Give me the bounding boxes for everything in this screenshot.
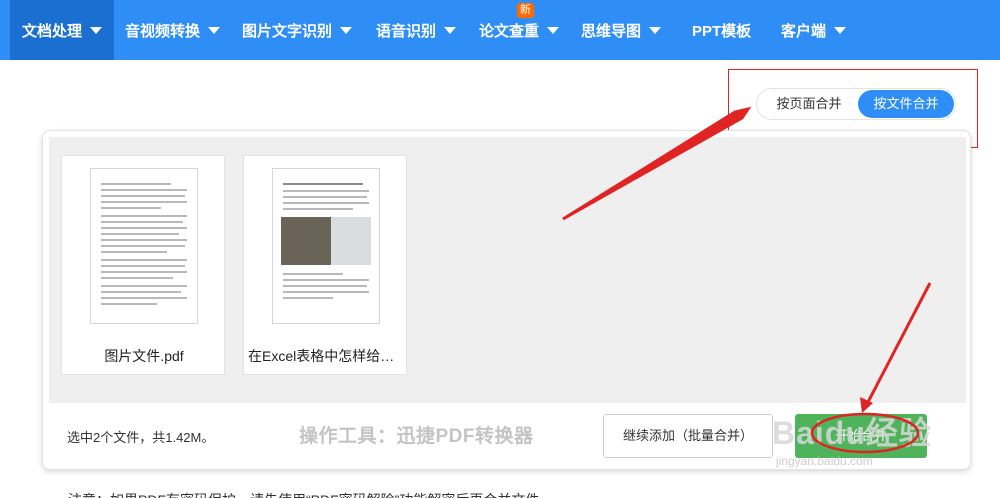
tool-label: 操作工具：迅捷PDF转换器 <box>299 426 534 447</box>
file-list-area: 图片文件.pdf 在Excel表格中怎样给数... <box>49 137 966 403</box>
watermark-logo: Baidu经验 <box>772 415 932 451</box>
selection-summary: 选中2个文件，共1.42M。 <box>67 430 215 445</box>
caret-down-icon <box>340 26 353 34</box>
caret-down-icon <box>444 26 457 34</box>
nav-item-label: 论文查重 <box>479 22 540 40</box>
add-more-files-button[interactable]: 继续添加（批量合并） <box>603 414 773 458</box>
caret-down-icon <box>547 26 560 34</box>
nav-item-speech-recognition[interactable]: 语音识别 <box>376 0 457 60</box>
caret-down-icon <box>90 26 103 34</box>
caret-down-icon <box>649 26 662 34</box>
nav-item-label: PPT模板 <box>692 22 752 40</box>
nav-item-av-convert[interactable]: 音视频转换 <box>125 0 221 60</box>
nav-item-label: 客户端 <box>781 22 827 40</box>
file-card[interactable]: 在Excel表格中怎样给数... <box>243 155 407 375</box>
watermark-url: jingyan.baidu.com <box>776 454 873 468</box>
baidu-watermark: Baidu经验 jingyan.baidu.com <box>772 408 972 476</box>
pdf-thumbnail <box>90 168 198 324</box>
nav-item-label: 文档处理 <box>22 22 83 40</box>
new-badge: 新 <box>517 3 534 18</box>
caret-down-icon <box>208 26 221 34</box>
document-photo-image <box>281 217 371 265</box>
bottom-note: 注意：如果PDF有密码保护，请先使用“PDF密码解除”功能解密后再合并文件 <box>68 490 539 498</box>
nav-item-label: 图片文字识别 <box>242 22 333 40</box>
nav-item-plagiarism-check[interactable]: 论文查重 新 <box>479 0 560 60</box>
nav-item-label: 思维导图 <box>581 22 642 40</box>
nav-item-client[interactable]: 客户端 <box>781 0 847 60</box>
nav-item-label: 音视频转换 <box>125 22 201 40</box>
caret-down-icon <box>834 26 847 34</box>
pdf-thumbnail <box>272 168 380 324</box>
nav-item-label: 语音识别 <box>376 22 437 40</box>
file-card[interactable]: 图片文件.pdf <box>61 155 225 375</box>
nav-item-ppt-templates[interactable]: PPT模板 <box>692 0 751 60</box>
top-nav: 文档处理 音视频转换 图片文字识别 语音识别 论文查重 新 思维导图 PPT模板… <box>0 0 1000 60</box>
nav-item-document-processing[interactable]: 文档处理 <box>10 0 115 60</box>
nav-item-mind-map[interactable]: 思维导图 <box>581 0 662 60</box>
nav-item-ocr[interactable]: 图片文字识别 <box>242 0 353 60</box>
file-name: 在Excel表格中怎样给数... <box>248 348 406 364</box>
file-name: 图片文件.pdf <box>104 348 184 364</box>
